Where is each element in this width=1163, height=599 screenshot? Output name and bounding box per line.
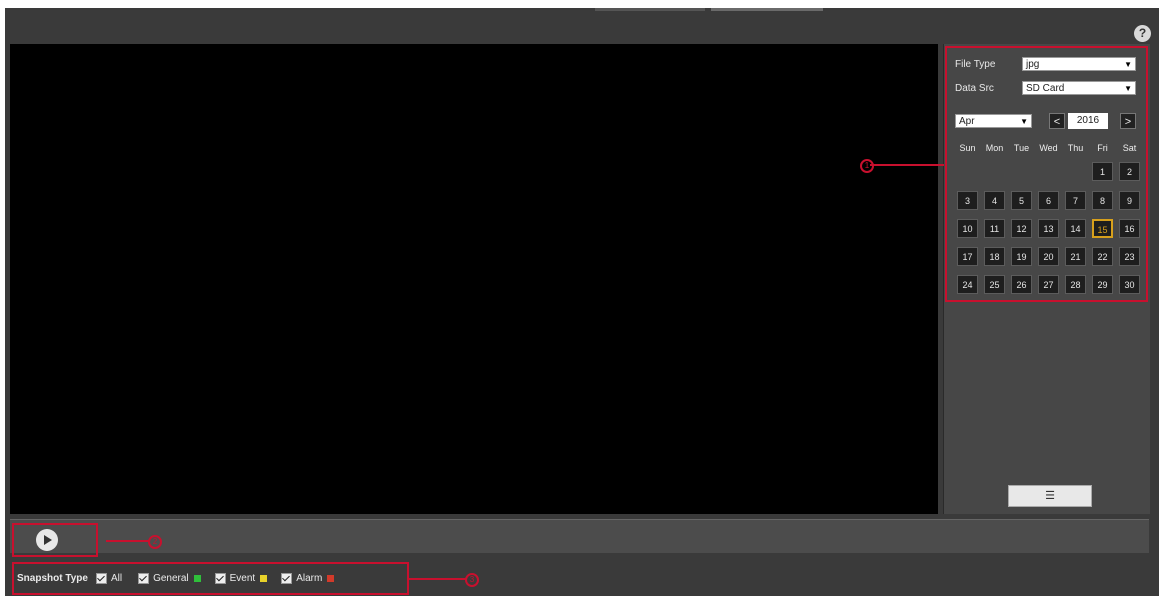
checkbox-general[interactable] <box>138 572 150 584</box>
snapshot-type-legend: Snapshot Type All General Event Alarm <box>17 571 348 585</box>
alarm-color-swatch <box>327 574 335 582</box>
file-list-button[interactable]: ☰ <box>1008 485 1092 507</box>
legend-general-label: General <box>153 572 189 584</box>
event-color-swatch <box>260 574 268 582</box>
general-color-swatch <box>193 574 201 582</box>
callout-marker-2: 2 <box>148 535 162 549</box>
play-button[interactable] <box>36 529 58 551</box>
checkbox-all[interactable] <box>95 572 107 584</box>
playback-controls <box>10 519 1149 553</box>
snapshot-type-label: Snapshot Type <box>17 572 88 584</box>
top-tabs <box>5 8 1159 12</box>
callout-line-3 <box>409 578 467 580</box>
callout-box-1 <box>945 46 1148 302</box>
tab-2[interactable] <box>711 8 823 11</box>
tab-1[interactable] <box>595 8 705 11</box>
callout-line-2 <box>106 540 150 542</box>
help-icon[interactable]: ? <box>1134 25 1151 42</box>
checkbox-event[interactable] <box>214 572 226 584</box>
legend-all-label: All <box>110 572 123 584</box>
callout-marker-3: 3 <box>465 573 479 587</box>
callout-marker-1: 1 <box>860 159 874 173</box>
video-display <box>10 44 938 514</box>
checkbox-alarm[interactable] <box>281 572 293 584</box>
legend-event-label: Event <box>229 572 256 584</box>
legend-alarm-label: Alarm <box>296 572 323 584</box>
callout-line-1 <box>870 164 944 166</box>
